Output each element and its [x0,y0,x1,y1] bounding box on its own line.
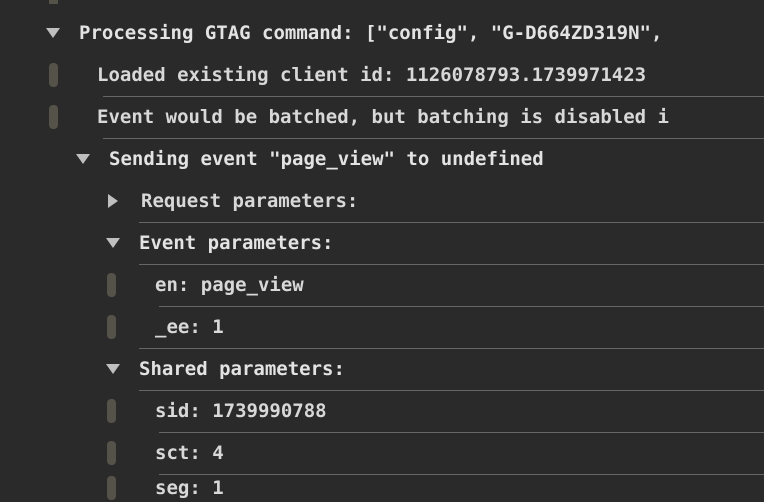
log-text: seg: 1 [155,474,224,502]
chevron-right-icon [108,194,118,208]
chevron-down-icon [106,238,120,248]
log-group-event-parameters[interactable]: Event parameters: [0,222,764,264]
log-text: sid: 1739990788 [155,390,327,432]
log-marker [49,105,58,129]
log-marker [107,441,116,465]
log-entry: Event would be batched, but batching is … [0,96,764,138]
log-entry: en: page_view [0,264,764,306]
log-text: Event parameters: [139,222,333,264]
log-text: Loaded existing client id: 1126078793.17… [97,54,646,96]
log-text: Event would be batched, but batching is … [97,96,669,138]
log-entry: Loaded existing client id: 1126078793.17… [0,54,764,96]
log-group-request-parameters[interactable]: Request parameters: [0,180,764,222]
log-text: en: page_view [155,264,304,306]
log-marker [107,476,116,500]
log-text: Processing GTAG command: ["config", "G-D… [79,12,662,54]
log-text: Request parameters: [141,180,358,222]
log-text: Shared parameters: [139,348,345,390]
log-entry: seg: 1 [0,474,764,502]
chevron-down-icon [76,154,90,164]
log-entry: sct: 4 [0,432,764,474]
log-text: _ee: 1 [155,306,224,348]
log-group-sending-event[interactable]: Sending event "page_view" to undefined [0,138,764,180]
chevron-down-icon [46,28,60,38]
log-marker [107,273,116,297]
log-entry: sid: 1739990788 [0,390,764,432]
log-marker [107,315,116,339]
log-group-gtag[interactable]: Processing GTAG command: ["config", "G-D… [0,12,764,54]
log-group-shared-parameters[interactable]: Shared parameters: [0,348,764,390]
log-marker [107,399,116,423]
log-entry: _ee: 1 [0,306,764,348]
log-marker [49,63,58,87]
chevron-down-icon [106,364,120,374]
log-marker [49,0,58,4]
log-text: sct: 4 [155,432,224,474]
log-text: Sending event "page_view" to undefined [109,138,544,180]
